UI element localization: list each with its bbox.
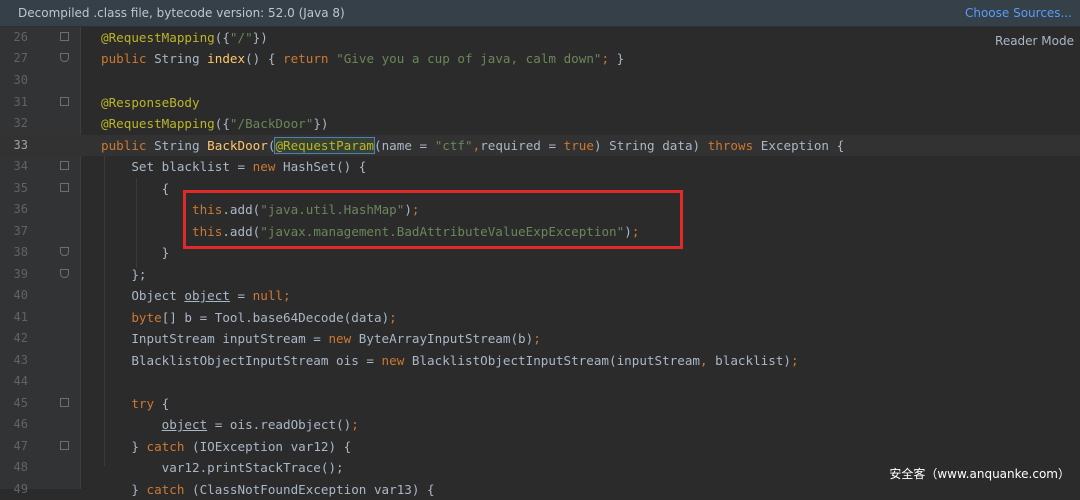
line-number: 33 bbox=[13, 138, 28, 152]
code-line: 39 }; bbox=[0, 264, 1080, 285]
code-text: @RequestMapping({"/"}) bbox=[101, 30, 268, 45]
fold-marker-icon[interactable] bbox=[60, 161, 69, 170]
code-line: 33 public String BackDoor(@RequestParam(… bbox=[0, 135, 1080, 156]
line-number: 31 bbox=[13, 95, 28, 109]
fold-marker-icon[interactable] bbox=[60, 32, 69, 41]
code-line: 46 object = ois.readObject(); bbox=[0, 414, 1080, 435]
code-line: 30 bbox=[0, 70, 1080, 91]
line-number: 27 bbox=[13, 51, 28, 65]
line-number: 45 bbox=[13, 396, 28, 410]
code-text: public String index() { return "Give you… bbox=[101, 51, 625, 66]
code-text: Set blacklist = new HashSet() { bbox=[101, 159, 367, 174]
code-line: 44 bbox=[0, 371, 1080, 392]
code-line: 49 } catch (ClassNotFoundException var13… bbox=[0, 479, 1080, 500]
fold-marker-icon[interactable] bbox=[60, 97, 69, 106]
code-text: Object object = null; bbox=[101, 288, 291, 303]
line-number: 35 bbox=[13, 181, 28, 195]
fold-marker-icon[interactable] bbox=[60, 247, 69, 256]
code-text: @ResponseBody bbox=[101, 95, 200, 110]
choose-sources-link[interactable]: Choose Sources... bbox=[965, 6, 1072, 20]
watermark: 安全客（www.anquanke.com） bbox=[889, 467, 1070, 481]
line-number: 47 bbox=[13, 439, 28, 453]
fold-marker-icon[interactable] bbox=[60, 183, 69, 192]
fold-marker-icon[interactable] bbox=[60, 398, 69, 407]
code-line: 32 @RequestMapping({"/BackDoor"}) bbox=[0, 113, 1080, 134]
line-number: 49 bbox=[13, 482, 28, 496]
fold-marker-icon[interactable] bbox=[60, 441, 69, 450]
code-text: } bbox=[101, 245, 170, 260]
reader-mode-button[interactable]: Reader Mode bbox=[995, 34, 1074, 48]
code-line: 43 BlacklistObjectInputStream ois = new … bbox=[0, 350, 1080, 371]
line-number: 44 bbox=[13, 374, 28, 388]
line-number: 26 bbox=[13, 30, 28, 44]
banner-text: Decompiled .class file, bytecode version… bbox=[18, 6, 345, 20]
fold-marker-icon[interactable] bbox=[60, 53, 69, 62]
line-number: 36 bbox=[13, 202, 28, 216]
line-number: 34 bbox=[13, 159, 28, 173]
code-line: 42 InputStream inputStream = new ByteArr… bbox=[0, 328, 1080, 349]
code-line: 31 @ResponseBody bbox=[0, 92, 1080, 113]
code-line: 40 Object object = null; bbox=[0, 285, 1080, 306]
line-number: 39 bbox=[13, 267, 28, 281]
code-line: 26 @RequestMapping({"/"}) bbox=[0, 27, 1080, 48]
line-number: 40 bbox=[13, 288, 28, 302]
code-line: 27 public String index() { return "Give … bbox=[0, 48, 1080, 69]
code-line: 41 byte[] b = Tool.base64Decode(data); bbox=[0, 307, 1080, 328]
code-line: 47 } catch (IOException var12) { bbox=[0, 436, 1080, 457]
code-line: 45 try { bbox=[0, 393, 1080, 414]
code-line: 34 Set blacklist = new HashSet() { bbox=[0, 156, 1080, 177]
line-number: 30 bbox=[13, 73, 28, 87]
code-text: try { bbox=[131, 396, 170, 411]
line-number: 37 bbox=[13, 224, 28, 238]
code-text: object = ois.readObject(); bbox=[161, 417, 359, 432]
code-text: byte[] b = Tool.base64Decode(data); bbox=[131, 310, 397, 325]
code-text: }; bbox=[101, 267, 147, 282]
code-text: BlacklistObjectInputStream ois = new Bla… bbox=[101, 353, 799, 368]
code-text: @RequestMapping({"/BackDoor"}) bbox=[101, 116, 329, 131]
line-number: 41 bbox=[13, 310, 28, 324]
code-text: InputStream inputStream = new ByteArrayI… bbox=[101, 331, 541, 346]
line-number: 42 bbox=[13, 331, 28, 345]
line-number: 38 bbox=[13, 245, 28, 259]
line-number: 32 bbox=[13, 116, 28, 130]
code-text: } catch (IOException var12) { bbox=[101, 439, 352, 454]
decompiled-banner: Decompiled .class file, bytecode version… bbox=[0, 0, 1080, 27]
line-number: 46 bbox=[13, 417, 28, 431]
code-text: public String BackDoor(@RequestParam(nam… bbox=[101, 137, 845, 154]
line-number: 48 bbox=[13, 460, 28, 474]
code-text: { bbox=[101, 181, 170, 196]
code-text: } catch (ClassNotFoundException var13) { bbox=[101, 482, 435, 497]
fold-marker-icon[interactable] bbox=[60, 269, 69, 278]
line-number: 43 bbox=[13, 353, 28, 367]
highlight-annotation-box bbox=[183, 190, 683, 249]
code-text: var12.printStackTrace(); bbox=[101, 460, 344, 475]
